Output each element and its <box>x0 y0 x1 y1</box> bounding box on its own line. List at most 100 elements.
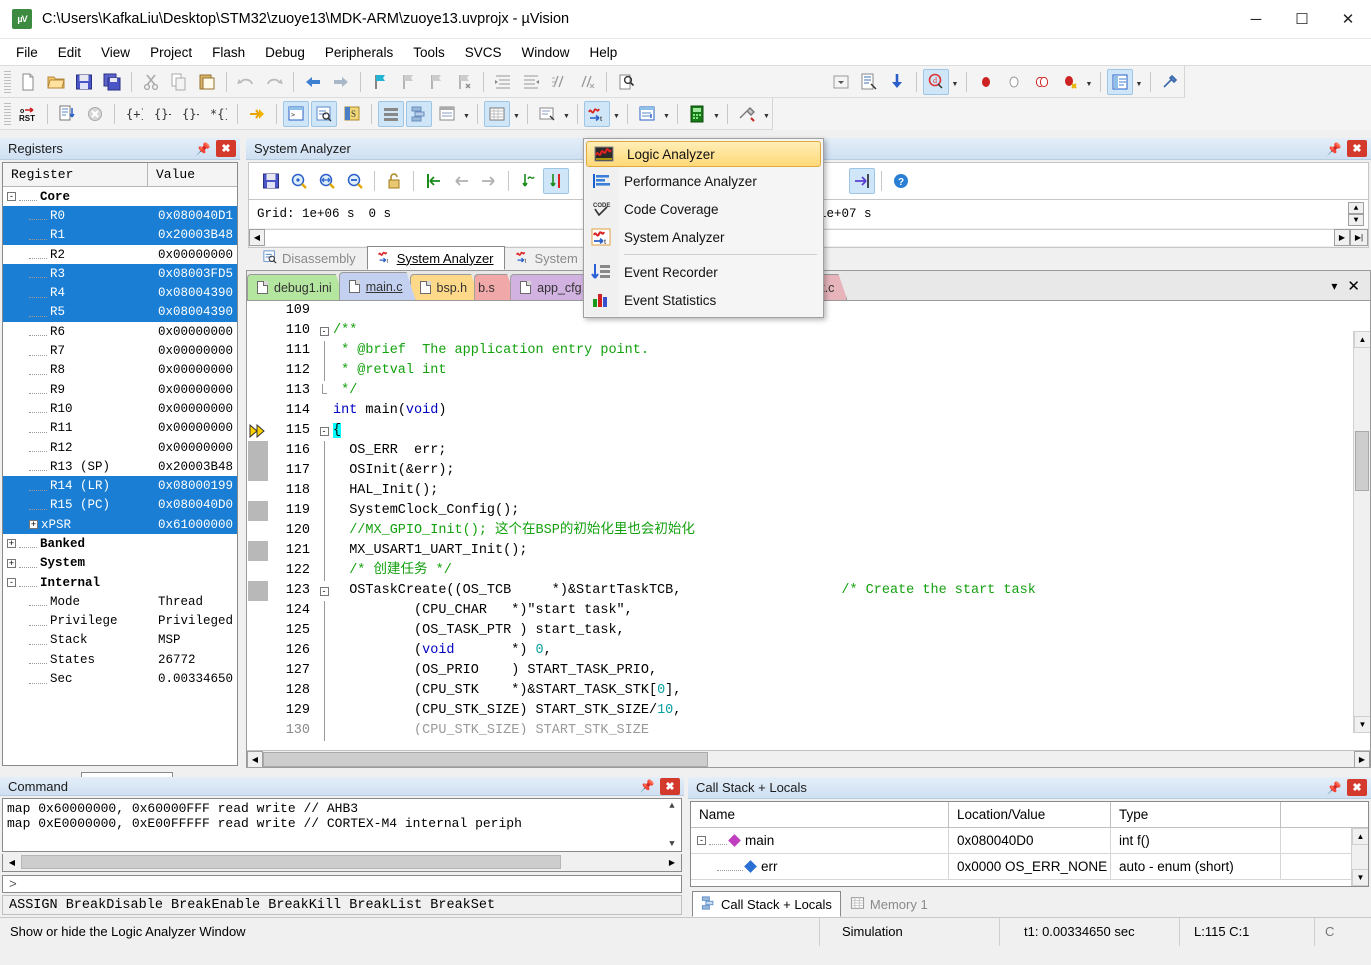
disable-all-breakpoints-button[interactable] <box>1029 69 1055 95</box>
tab-list-icon[interactable]: ▾ <box>1331 279 1337 293</box>
code-line[interactable]: (CPU_STK_SIZE) START_STK_SIZE/10, <box>333 701 1370 721</box>
menu-item-debug[interactable]: Debug <box>255 41 315 64</box>
code-line[interactable]: (CPU_STK_SIZE) START_STK_SIZE <box>333 721 1370 735</box>
code-line[interactable]: MX_USART1_UART_Init(); <box>333 541 1370 561</box>
bookmark-prev-button[interactable] <box>395 69 421 95</box>
sa-next-button[interactable] <box>476 168 502 194</box>
maximize-button[interactable]: ☐ <box>1279 0 1325 39</box>
register-row[interactable]: Sec 0.00334650 <box>3 669 237 688</box>
menu-item-view[interactable]: View <box>91 41 140 64</box>
registers-window-button[interactable] <box>378 100 404 127</box>
sa-help-button[interactable]: ? <box>888 168 914 194</box>
project-window-button[interactable] <box>1106 68 1133 95</box>
open-file-button[interactable] <box>43 69 69 95</box>
memory-dropdown-arrow[interactable]: ▼ <box>511 101 522 127</box>
code-line[interactable]: (void *) 0, <box>333 641 1370 661</box>
menu-item-help[interactable]: Help <box>580 41 628 64</box>
project-window-dropdown-arrow[interactable]: ▼ <box>1134 69 1145 95</box>
pin-icon[interactable]: 📌 <box>638 777 656 795</box>
find-in-files-button[interactable] <box>613 69 639 95</box>
fold-collapse-icon[interactable]: - <box>315 421 333 441</box>
scroll-down-button[interactable]: ▼ <box>1354 716 1370 733</box>
register-row[interactable]: R3 0x08003FD5 <box>3 264 237 284</box>
menu-item-performance-analyzer[interactable]: Performance Analyzer <box>584 167 823 195</box>
code-line[interactable]: int main(void) <box>333 401 1370 421</box>
register-row[interactable]: R11 0x00000000 <box>3 419 237 438</box>
register-row[interactable]: R12 0x00000000 <box>3 438 237 457</box>
tree-expander-icon[interactable]: + <box>7 558 16 568</box>
new-file-button[interactable] <box>15 69 41 95</box>
paste-button[interactable] <box>194 69 220 95</box>
registers-rows[interactable]: - Core R0 0x080040D1 R1 0x20003B48 R2 0x0000000… <box>3 187 237 765</box>
close-icon[interactable]: ✖ <box>1347 140 1367 157</box>
menu-item-project[interactable]: Project <box>140 41 202 64</box>
register-row[interactable]: R9 0x00000000 <box>3 380 237 399</box>
step-out-button[interactable]: {}→ <box>177 101 203 127</box>
file-tab-main-c[interactable]: main.c <box>339 272 416 300</box>
close-button[interactable]: ✕ <box>1325 0 1371 39</box>
tree-expander-icon[interactable]: + <box>7 539 16 549</box>
code-line-marker[interactable] <box>247 461 269 481</box>
register-row[interactable]: R13 (SP) 0x20003B48 <box>3 457 237 476</box>
bookmark-toggle-button[interactable] <box>367 69 393 95</box>
code-line[interactable]: */ <box>333 381 1370 401</box>
fold-collapse-icon[interactable]: - <box>315 581 333 601</box>
serial-dropdown-arrow[interactable]: ▼ <box>561 101 572 127</box>
code-line[interactable]: OSInit(&err); <box>333 461 1370 481</box>
scroll-right-button[interactable]: ▶ <box>663 854 681 871</box>
scroll-thumb[interactable] <box>263 751 708 767</box>
register-row[interactable]: R8 0x00000000 <box>3 361 237 380</box>
menu-item-edit[interactable]: Edit <box>48 41 91 64</box>
code-line[interactable]: (OS_PRIO ) START_TASK_PRIO, <box>333 661 1370 681</box>
code-line[interactable]: /* 创建任务 */ <box>333 561 1370 581</box>
serial-window-button[interactable] <box>534 101 560 127</box>
gutter-cell[interactable] <box>247 701 269 721</box>
sa-tab-system-analyzer[interactable]: t System Analyzer <box>366 246 505 270</box>
menu-item-logic-analyzer[interactable]: Logic Analyzer <box>586 141 821 167</box>
command-input[interactable]: > <box>2 874 682 894</box>
save-all-button[interactable] <box>99 69 125 95</box>
register-row[interactable]: - Core <box>3 187 237 206</box>
symbols-window-button[interactable]: S <box>339 101 365 127</box>
insert-breakpoint-button[interactable] <box>973 69 999 95</box>
step-over-button[interactable]: {}+ <box>149 101 175 127</box>
toolbox-button[interactable] <box>734 101 760 127</box>
code-line-marker[interactable] <box>247 541 269 561</box>
analysis-windows-button[interactable]: t <box>584 100 610 127</box>
configure-target-button[interactable] <box>856 69 882 95</box>
start-stop-debug-button[interactable]: d <box>922 68 949 95</box>
code-line[interactable]: OS_ERR err; <box>333 441 1370 461</box>
call-stack-window-button[interactable] <box>406 100 432 127</box>
run-button[interactable] <box>54 101 80 127</box>
sa-prev-button[interactable] <box>448 168 474 194</box>
register-row[interactable]: States 26772 <box>3 650 237 669</box>
gutter-cell[interactable] <box>247 661 269 681</box>
gutter-cell[interactable] <box>247 481 269 501</box>
dropdown-button[interactable] <box>828 69 854 95</box>
gutter-cell[interactable] <box>247 721 269 741</box>
code-line[interactable]: (CPU_CHAR *)"start task", <box>333 601 1370 621</box>
menu-item-file[interactable]: File <box>6 41 48 64</box>
code-line[interactable] <box>333 301 1370 321</box>
stop-button[interactable] <box>82 101 108 127</box>
close-icon[interactable]: ✖ <box>660 777 680 795</box>
tree-expander-icon[interactable]: - <box>7 192 16 202</box>
code-line[interactable]: /** <box>333 321 1370 341</box>
run-to-cursor-button[interactable]: *{} <box>205 101 231 127</box>
scroll-left-button[interactable]: ◀ <box>3 854 21 871</box>
sa-cursor-prev-button[interactable] <box>515 168 541 194</box>
breakpoint-gutter[interactable] <box>247 301 269 750</box>
undo-button[interactable] <box>233 69 259 95</box>
gutter-cell[interactable] <box>247 561 269 581</box>
fold-collapse-icon[interactable]: - <box>315 321 333 341</box>
code-line[interactable]: SystemClock_Config(); <box>333 501 1370 521</box>
cs-tab-call-stack-locals[interactable]: Call Stack + Locals <box>692 891 841 917</box>
code-line[interactable]: * @brief The application entry point. <box>333 341 1370 361</box>
watch-window-button[interactable] <box>434 101 460 127</box>
sa-zoom-out-button[interactable] <box>342 168 368 194</box>
code-line-marker[interactable] <box>247 441 269 461</box>
file-tab-debug1-ini[interactable]: debug1.ini <box>247 274 345 300</box>
bookmark-next-button[interactable] <box>423 69 449 95</box>
scroll-up-button[interactable]: ▲ <box>665 801 679 811</box>
comment-lines-button[interactable] <box>546 69 572 95</box>
